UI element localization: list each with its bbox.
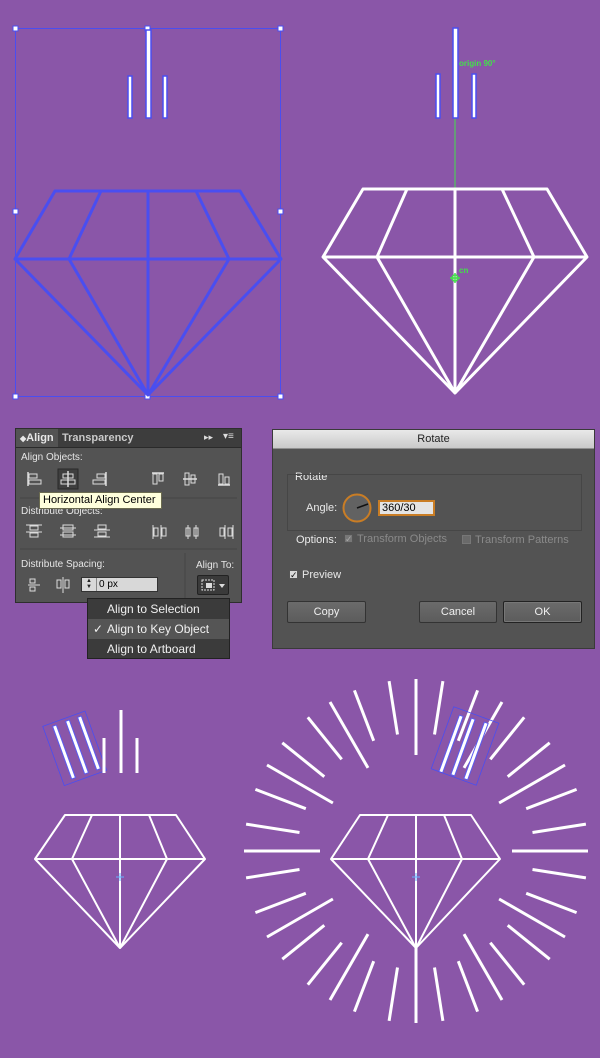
ray-line [506, 924, 551, 961]
ray-line [525, 787, 578, 811]
ray-line [281, 741, 326, 778]
ray-line [387, 967, 399, 1022]
ray-line [489, 716, 526, 761]
ray-line [387, 680, 399, 735]
ray-line [352, 689, 376, 742]
ray-line [433, 680, 445, 735]
ray-line [306, 941, 343, 986]
diamond-with-ray-burst [244, 679, 588, 1023]
ray-line [254, 891, 307, 915]
ray-line [245, 868, 300, 880]
ray-line [281, 924, 326, 961]
selected-ray [438, 714, 464, 774]
ray-line [306, 716, 343, 761]
ray-line [254, 787, 307, 811]
ray-line [532, 822, 587, 834]
ray-line [506, 741, 551, 778]
ray-line [489, 941, 526, 986]
ray-line [525, 891, 578, 915]
ray-line [352, 960, 376, 1013]
ray-line [245, 822, 300, 834]
ray-line [433, 967, 445, 1022]
ray-line [456, 960, 480, 1013]
center-mark-icon [412, 873, 420, 881]
ray-line [532, 868, 587, 880]
diamond-outline-white [330, 814, 501, 949]
